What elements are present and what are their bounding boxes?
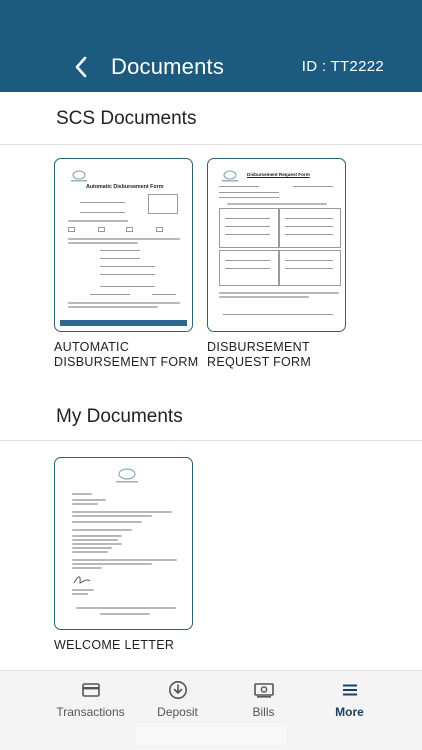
- tab-more[interactable]: More: [297, 671, 402, 727]
- document-preview: Automatic Disbursement Form: [60, 164, 187, 326]
- app-header: Documents ID : TT2222: [0, 0, 422, 92]
- document-thumbnail-disbursement-request[interactable]: Disbursement Request Form: [207, 158, 346, 332]
- home-indicator: [136, 727, 286, 745]
- back-button[interactable]: [68, 52, 94, 82]
- document-preview: Disbursement Request Form: [213, 164, 341, 326]
- document-label[interactable]: AUTOMATIC DISBURSEMENT FORM: [54, 340, 204, 370]
- menu-icon: [342, 684, 357, 696]
- document-label[interactable]: WELCOME LETTER: [54, 638, 204, 653]
- credit-card-icon: [81, 683, 100, 697]
- company-logo-icon: [116, 468, 138, 483]
- section-divider: [0, 144, 422, 145]
- section-title-my-documents: My Documents: [56, 406, 183, 427]
- section-divider: [0, 440, 422, 441]
- document-thumbnail-automatic-disbursement[interactable]: Automatic Disbursement Form: [54, 158, 193, 332]
- thumb-title: Automatic Disbursement Form: [86, 184, 164, 190]
- document-thumbnail-welcome-letter[interactable]: [54, 457, 193, 630]
- chevron-left-icon: [75, 56, 87, 78]
- section-title-scs: SCS Documents: [56, 108, 197, 129]
- document-label[interactable]: DISBURSEMENT REQUEST FORM: [207, 340, 357, 370]
- signature-icon: [73, 576, 91, 584]
- bottom-tab-bar: Transactions Deposit Bills More: [0, 670, 422, 726]
- document-preview: [60, 463, 187, 624]
- company-logo-icon: [222, 170, 238, 182]
- bill-icon: [253, 682, 274, 698]
- account-id: ID : TT2222: [301, 58, 384, 75]
- company-logo-icon: [71, 170, 87, 182]
- page-title: Documents: [111, 54, 225, 79]
- download-circle-icon: [168, 681, 187, 699]
- thumb-title: Disbursement Request Form: [247, 172, 310, 177]
